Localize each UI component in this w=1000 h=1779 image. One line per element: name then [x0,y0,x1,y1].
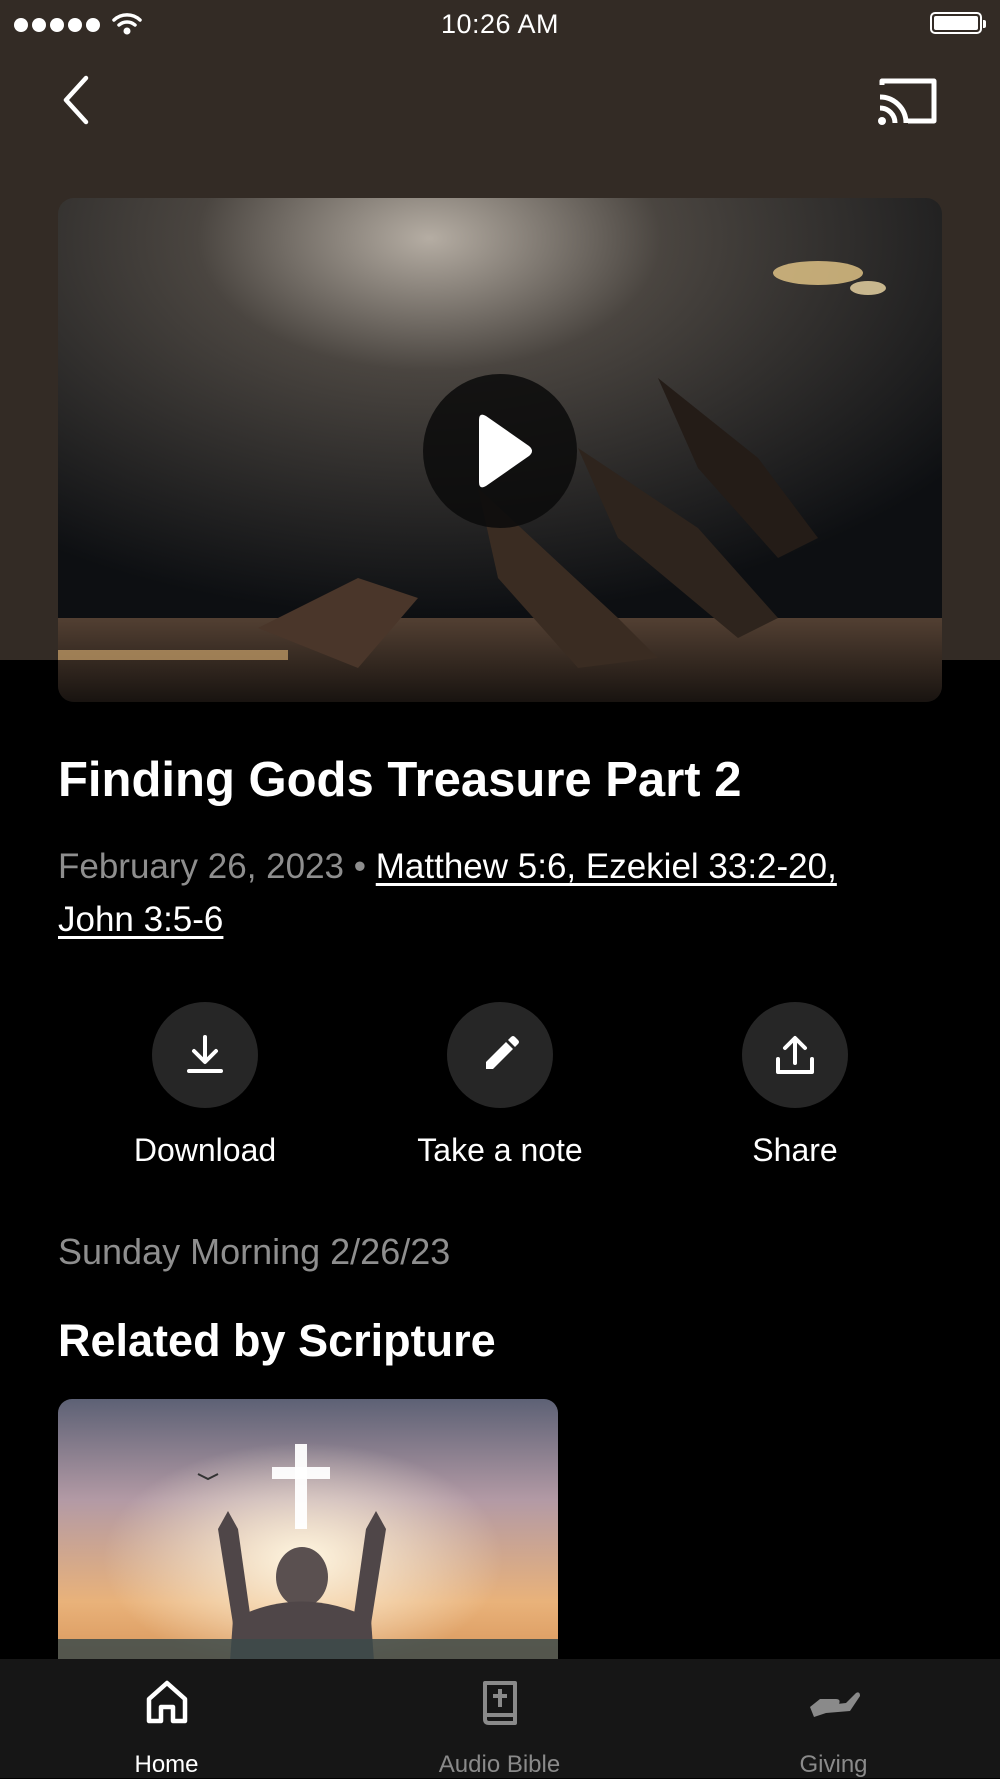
take-note-circle[interactable] [447,1002,553,1108]
take-note-label: Take a note [417,1132,583,1168]
tab-giving-label: Giving [799,1751,868,1778]
video-player[interactable] [58,198,942,702]
pencil-icon [486,1036,519,1069]
cast-icon [878,78,937,125]
status-bar: 10:26 AM [0,0,1000,50]
bible-icon [482,1681,517,1725]
related-sermon-card[interactable] [58,1399,558,1689]
tab-audio-bible[interactable]: Audio Bible [333,1659,666,1778]
tab-giving[interactable]: Giving [667,1659,1000,1778]
share-icon [776,1036,814,1074]
play-icon [479,414,532,488]
home-icon [146,1680,187,1724]
meta-separator: • [353,847,367,886]
status-time: 10:26 AM [440,9,560,39]
download-circle[interactable] [152,1002,258,1108]
related-heading: Related by Scripture [58,1315,496,1366]
related-sermon-thumbnail [58,1399,558,1689]
back-button[interactable] [52,70,102,130]
download-label: Download [133,1132,277,1168]
download-icon [187,1035,223,1073]
sermon-title: Finding Gods Treasure Part 2 [58,753,742,807]
battery-icon [930,12,986,34]
share-button[interactable]: Share [665,1002,925,1169]
play-button[interactable] [423,374,577,528]
sermon-subtitle: Sunday Morning 2/26/23 [58,1231,451,1272]
tab-home-label: Home [134,1751,199,1778]
chevron-left-icon [63,75,89,125]
cast-button[interactable] [876,75,940,127]
share-label: Share [752,1132,838,1168]
share-circle[interactable] [742,1002,848,1108]
download-button[interactable]: Download [75,1002,335,1169]
sermon-meta: February 26, 2023 • Matthew 5:6, Ezekiel… [58,840,898,946]
tab-bar: Home Audio Bible Giving [0,1659,1000,1778]
tab-audio-bible-label: Audio Bible [438,1751,561,1778]
take-note-button[interactable]: Take a note [370,1002,630,1169]
tab-home[interactable]: Home [0,1659,333,1778]
giving-hand-icon [809,1692,860,1717]
sermon-date: February 26, 2023 [58,847,345,886]
